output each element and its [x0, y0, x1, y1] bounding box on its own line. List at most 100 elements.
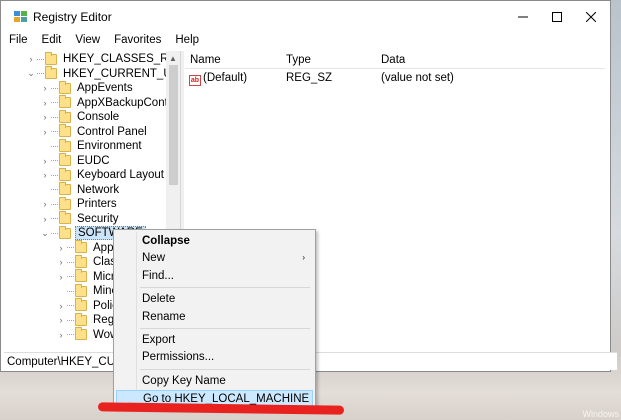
menu-separator	[140, 328, 310, 329]
tree-connector	[51, 160, 58, 161]
menu-item-label: Export	[142, 334, 176, 346]
tree-item-label: Security	[77, 212, 119, 225]
scrollbar-thumb[interactable]	[169, 65, 178, 185]
chevron-right-icon[interactable]: ›	[40, 199, 50, 209]
context-menu-item-new[interactable]: New ›	[116, 250, 313, 267]
tree-item[interactable]: › Printers	[40, 196, 119, 211]
tree-connector	[51, 203, 58, 205]
tree-item-label: Environment	[77, 140, 142, 152]
tree-item-label: Console	[77, 111, 120, 123]
context-menu-item-permissions[interactable]: Permissions...	[116, 349, 313, 366]
menu-edit[interactable]: Edit	[34, 32, 68, 50]
tree-item-label: HKEY_CURRENT_USER	[63, 67, 180, 80]
tree-item[interactable]: › Security	[40, 211, 121, 226]
chevron-right-icon[interactable]: ›	[26, 54, 36, 64]
tree-connector	[37, 73, 44, 74]
context-menu-item-delete[interactable]: Delete	[116, 291, 313, 308]
tree-item[interactable]: Network	[40, 182, 121, 197]
menu-file[interactable]: File	[1, 32, 34, 50]
tree-item[interactable]: › HKEY_CLASSES_ROOT	[26, 51, 180, 66]
tree-item[interactable]: ⌄ HKEY_CURRENT_USER	[26, 66, 180, 81]
close-button[interactable]	[574, 1, 608, 32]
context-menu-item-export[interactable]: Export	[116, 332, 313, 349]
folder-icon	[59, 109, 71, 123]
value-data: (value not set)	[381, 72, 454, 84]
close-icon	[586, 11, 596, 22]
folder-icon	[75, 269, 87, 282]
tree-connector	[67, 290, 74, 292]
chevron-down-icon[interactable]: ⌄	[26, 68, 36, 79]
tree-item-label: AppEvents	[77, 82, 133, 94]
tree-connector	[51, 102, 58, 103]
chevron-right-icon[interactable]: ›	[40, 112, 50, 122]
value-name: (Default)	[203, 72, 248, 84]
registry-editor-icon	[14, 11, 27, 22]
chevron-right-icon[interactable]: ›	[56, 315, 66, 325]
title-bar[interactable]: Registry Editor	[1, 1, 610, 32]
tree-item[interactable]: › AppEvents	[40, 80, 135, 95]
tree-item-label: AppXBackupContentT	[77, 96, 180, 109]
column-header-type[interactable]: Type	[286, 54, 311, 66]
tree-item[interactable]: Environment	[40, 138, 144, 153]
minimize-button[interactable]	[506, 1, 540, 32]
tree-connector	[67, 261, 74, 263]
tree-item[interactable]: › Console	[40, 109, 121, 124]
menu-item-label: Rename	[142, 310, 186, 323]
folder-icon	[75, 312, 87, 326]
chevron-right-icon[interactable]: ›	[56, 243, 66, 253]
folder-icon	[59, 196, 71, 210]
tree-connector	[51, 174, 58, 176]
folder-icon	[59, 225, 71, 239]
menu-separator	[140, 287, 310, 289]
chevron-right-icon[interactable]: ›	[56, 301, 66, 311]
folder-icon	[45, 51, 57, 65]
column-header-data[interactable]: Data	[381, 54, 405, 66]
menu-favorites[interactable]: Favorites	[106, 32, 167, 50]
value-type: REG_SZ	[286, 72, 333, 84]
tree-connector	[37, 58, 44, 60]
context-menu-item-rename[interactable]: Rename	[116, 309, 313, 326]
chevron-right-icon[interactable]: ›	[40, 98, 50, 108]
column-header-name[interactable]: Name	[190, 54, 221, 66]
tree-item[interactable]: › AppXBackupContentT	[40, 95, 180, 110]
menu-item-label: Delete	[142, 293, 176, 306]
menu-separator	[140, 368, 310, 370]
chevron-right-icon[interactable]: ›	[40, 156, 50, 166]
menu-item-label: Copy Key Name	[142, 374, 226, 387]
chevron-right-icon[interactable]: ›	[40, 214, 50, 224]
folder-icon	[59, 124, 71, 137]
context-menu-item-find[interactable]: Find...	[116, 268, 313, 285]
chevron-right-icon[interactable]: ›	[40, 127, 50, 137]
chevron-right-icon[interactable]: ›	[40, 83, 50, 93]
folder-icon	[75, 298, 87, 311]
tree-item-label: Control Panel	[77, 125, 147, 138]
menu-item-label: New	[142, 252, 166, 265]
scroll-up-icon[interactable]: ▲	[166, 51, 180, 65]
menu-help[interactable]: Help	[167, 32, 205, 50]
context-menu-item-copy-key-name[interactable]: Copy Key Name	[116, 373, 313, 390]
menu-bar: File Edit View Favorites Help	[1, 32, 610, 50]
maximize-button[interactable]	[540, 1, 574, 32]
value-row[interactable]: ab (Default) REG_SZ (value not set)	[185, 70, 605, 86]
folder-icon	[59, 167, 71, 181]
tree-connector	[51, 116, 58, 118]
menu-view[interactable]: View	[67, 32, 106, 50]
tree-item[interactable]: Mine	[56, 283, 120, 298]
chevron-right-icon[interactable]: ›	[40, 170, 50, 180]
context-menu-item-collapse[interactable]: Collapse	[116, 233, 313, 250]
chevron-right-icon[interactable]: ›	[56, 257, 66, 267]
chevron-right-icon[interactable]: ›	[56, 330, 66, 340]
menu-item-label: Collapse	[142, 235, 190, 247]
tree-connector	[51, 131, 58, 132]
tree-connector	[51, 218, 58, 219]
tree-item[interactable]: › EUDC	[40, 153, 112, 168]
chevron-down-icon[interactable]: ⌄	[40, 228, 50, 239]
folder-icon	[75, 240, 87, 253]
chevron-right-icon[interactable]: ›	[56, 272, 66, 282]
menu-item-label: Permissions...	[142, 351, 215, 364]
tree-item[interactable]: › Keyboard Layout	[40, 167, 166, 182]
folder-icon	[59, 211, 71, 224]
tree-connector	[67, 305, 74, 306]
tree-item-label: Network	[77, 183, 120, 196]
tree-item[interactable]: › Control Panel	[40, 124, 149, 139]
